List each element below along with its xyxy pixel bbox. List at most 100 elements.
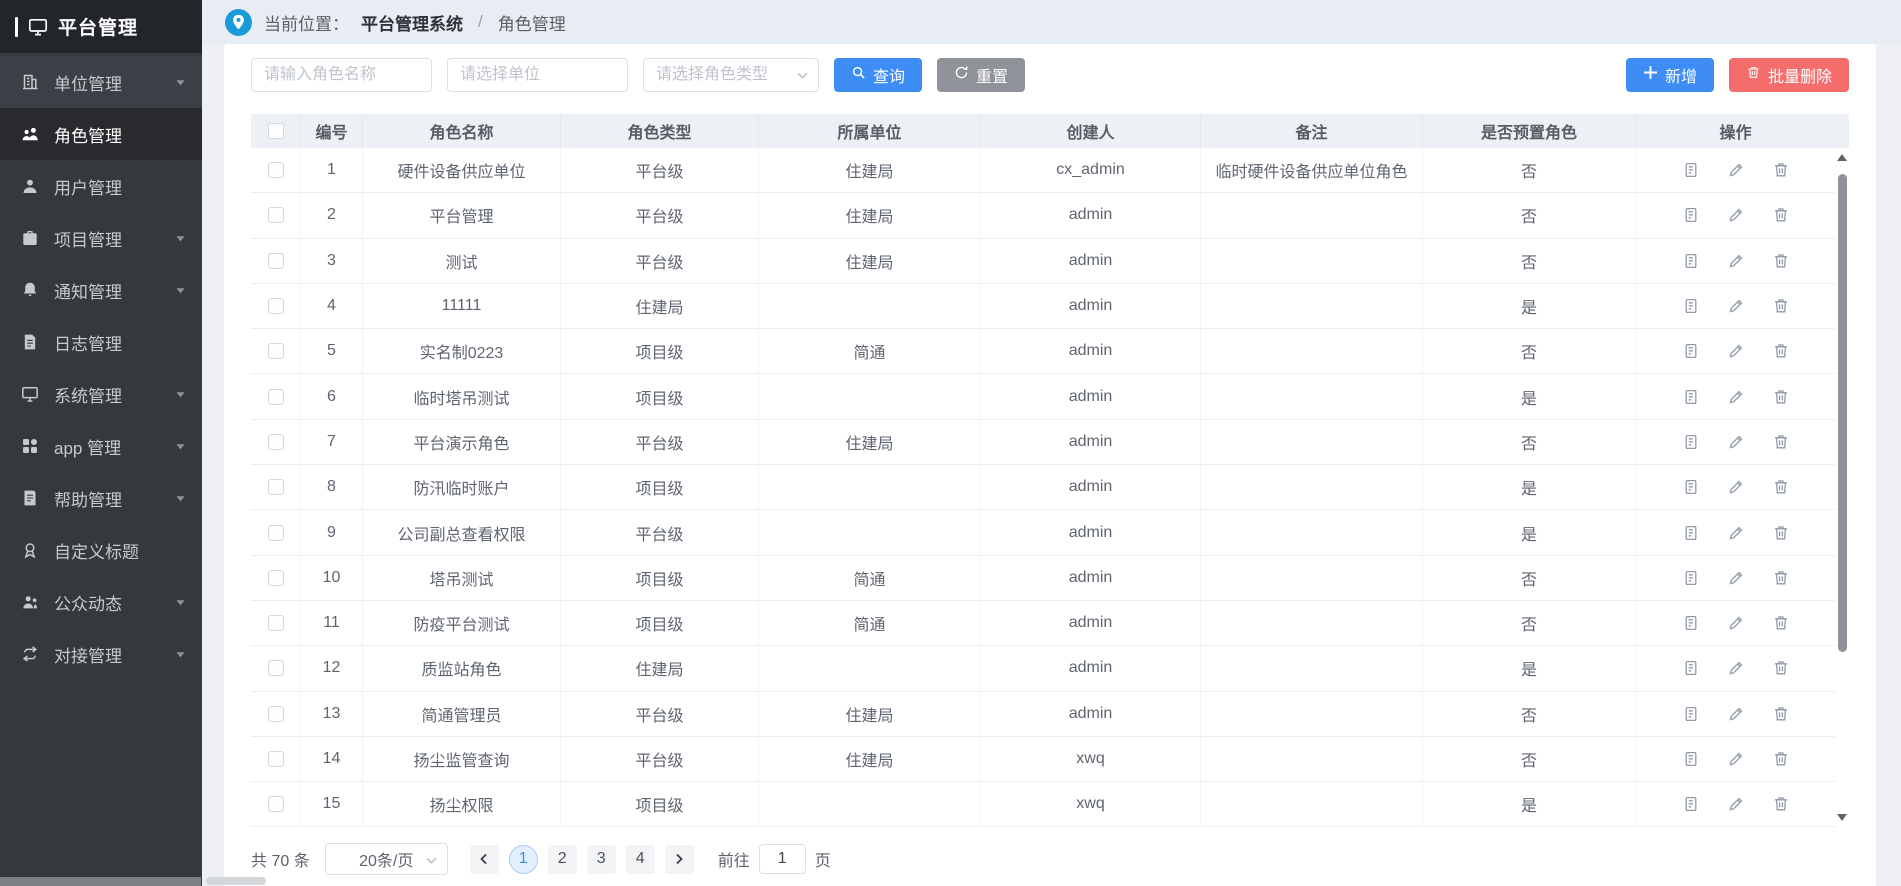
table-row: 10塔吊测试项目级简通admin否 bbox=[251, 556, 1849, 601]
batch-delete-button[interactable]: 批量删除 bbox=[1729, 58, 1849, 92]
delete-button[interactable] bbox=[1772, 478, 1790, 496]
edit-button[interactable] bbox=[1727, 705, 1745, 723]
reset-button[interactable]: 重置 bbox=[937, 58, 1025, 92]
edit-button[interactable] bbox=[1727, 524, 1745, 542]
delete-button[interactable] bbox=[1772, 252, 1790, 270]
view-button[interactable] bbox=[1682, 569, 1700, 587]
edit-button[interactable] bbox=[1727, 478, 1745, 496]
page-button-2[interactable]: 2 bbox=[548, 845, 577, 874]
row-checkbox[interactable] bbox=[268, 660, 284, 676]
edit-button[interactable] bbox=[1727, 206, 1745, 224]
page-button-4[interactable]: 4 bbox=[626, 845, 655, 874]
sidebar-item-system[interactable]: 系统管理 bbox=[0, 368, 202, 420]
sidebar-item-roles[interactable]: 角色管理 bbox=[0, 108, 202, 160]
row-checkbox[interactable] bbox=[268, 706, 284, 722]
horizontal-scrollbar-thumb[interactable] bbox=[0, 877, 201, 886]
delete-button[interactable] bbox=[1772, 206, 1790, 224]
view-button[interactable] bbox=[1682, 161, 1700, 179]
view-button[interactable] bbox=[1682, 659, 1700, 677]
edit-button[interactable] bbox=[1727, 750, 1745, 768]
sidebar-item-logs[interactable]: 日志管理 bbox=[0, 316, 202, 368]
breadcrumb-root[interactable]: 平台管理系统 bbox=[361, 10, 463, 35]
delete-button[interactable] bbox=[1772, 342, 1790, 360]
row-checkbox[interactable] bbox=[268, 479, 284, 495]
goto-page-input[interactable] bbox=[759, 844, 806, 874]
view-button[interactable] bbox=[1682, 795, 1700, 813]
search-button[interactable]: 查询 bbox=[834, 58, 922, 92]
scrollbar-thumb[interactable] bbox=[1838, 174, 1847, 652]
delete-button[interactable] bbox=[1772, 161, 1790, 179]
delete-button[interactable] bbox=[1772, 297, 1790, 315]
edit-button[interactable] bbox=[1727, 614, 1745, 632]
edit-button[interactable] bbox=[1727, 342, 1745, 360]
edit-button[interactable] bbox=[1727, 252, 1745, 270]
delete-button[interactable] bbox=[1772, 388, 1790, 406]
edit-button[interactable] bbox=[1727, 659, 1745, 677]
sidebar-item-users[interactable]: 用户管理 bbox=[0, 160, 202, 212]
row-checkbox[interactable] bbox=[268, 207, 284, 223]
page-size-select[interactable]: 20条/页 bbox=[325, 843, 448, 875]
edit-button[interactable] bbox=[1727, 388, 1745, 406]
edit-button[interactable] bbox=[1727, 795, 1745, 813]
row-checkbox[interactable] bbox=[268, 298, 284, 314]
page-button-1[interactable]: 1 bbox=[509, 845, 538, 874]
row-checkbox[interactable] bbox=[268, 162, 284, 178]
cell-role-name: 实名制0223 bbox=[363, 329, 561, 373]
sidebar-item-notices[interactable]: 通知管理 bbox=[0, 264, 202, 316]
delete-button[interactable] bbox=[1772, 433, 1790, 451]
view-button[interactable] bbox=[1682, 614, 1700, 632]
cell-role-name: 平台演示角色 bbox=[363, 420, 561, 464]
view-button[interactable] bbox=[1682, 750, 1700, 768]
sidebar-item-help[interactable]: 帮助管理 bbox=[0, 472, 202, 524]
row-checkbox[interactable] bbox=[268, 751, 284, 767]
row-checkbox[interactable] bbox=[268, 615, 284, 631]
delete-button[interactable] bbox=[1772, 659, 1790, 677]
delete-button[interactable] bbox=[1772, 795, 1790, 813]
view-button[interactable] bbox=[1682, 433, 1700, 451]
horizontal-scrollbar-piece[interactable] bbox=[206, 877, 266, 885]
view-button[interactable] bbox=[1682, 252, 1700, 270]
row-checkbox[interactable] bbox=[268, 253, 284, 269]
delete-button[interactable] bbox=[1772, 705, 1790, 723]
edit-button[interactable] bbox=[1727, 433, 1745, 451]
unit-input[interactable] bbox=[447, 58, 628, 92]
sidebar-item-public[interactable]: 公众动态 bbox=[0, 576, 202, 628]
row-checkbox[interactable] bbox=[268, 434, 284, 450]
table-scrollbar[interactable] bbox=[1835, 148, 1849, 827]
sidebar-item-units[interactable]: 单位管理 bbox=[0, 56, 202, 108]
view-button[interactable] bbox=[1682, 524, 1700, 542]
row-checkbox[interactable] bbox=[268, 389, 284, 405]
sidebar-item-app[interactable]: app 管理 bbox=[0, 420, 202, 472]
select-all-checkbox[interactable] bbox=[268, 123, 284, 139]
view-button[interactable] bbox=[1682, 388, 1700, 406]
delete-button[interactable] bbox=[1772, 614, 1790, 632]
view-button[interactable] bbox=[1682, 297, 1700, 315]
row-checkbox[interactable] bbox=[268, 796, 284, 812]
scroll-up-arrow[interactable] bbox=[1837, 154, 1847, 161]
delete-button[interactable] bbox=[1772, 750, 1790, 768]
role-type-select[interactable] bbox=[643, 58, 819, 92]
row-checkbox[interactable] bbox=[268, 525, 284, 541]
edit-button[interactable] bbox=[1727, 297, 1745, 315]
row-checkbox[interactable] bbox=[268, 570, 284, 586]
view-button[interactable] bbox=[1682, 478, 1700, 496]
next-page-button[interactable] bbox=[665, 845, 694, 874]
sidebar-item-custom-title[interactable]: 自定义标题 bbox=[0, 524, 202, 576]
cell-unit: 住建局 bbox=[759, 148, 981, 192]
delete-button[interactable] bbox=[1772, 569, 1790, 587]
row-checkbox[interactable] bbox=[268, 343, 284, 359]
prev-page-button[interactable] bbox=[470, 845, 499, 874]
page-button-3[interactable]: 3 bbox=[587, 845, 616, 874]
cell-actions bbox=[1636, 692, 1835, 736]
view-button[interactable] bbox=[1682, 342, 1700, 360]
edit-button[interactable] bbox=[1727, 161, 1745, 179]
role-name-input[interactable] bbox=[251, 58, 432, 92]
delete-button[interactable] bbox=[1772, 524, 1790, 542]
sidebar-item-integration[interactable]: 对接管理 bbox=[0, 628, 202, 680]
scroll-down-arrow[interactable] bbox=[1837, 814, 1847, 821]
view-button[interactable] bbox=[1682, 705, 1700, 723]
edit-button[interactable] bbox=[1727, 569, 1745, 587]
view-button[interactable] bbox=[1682, 206, 1700, 224]
add-button[interactable]: 新增 bbox=[1626, 58, 1714, 92]
sidebar-item-projects[interactable]: 项目管理 bbox=[0, 212, 202, 264]
